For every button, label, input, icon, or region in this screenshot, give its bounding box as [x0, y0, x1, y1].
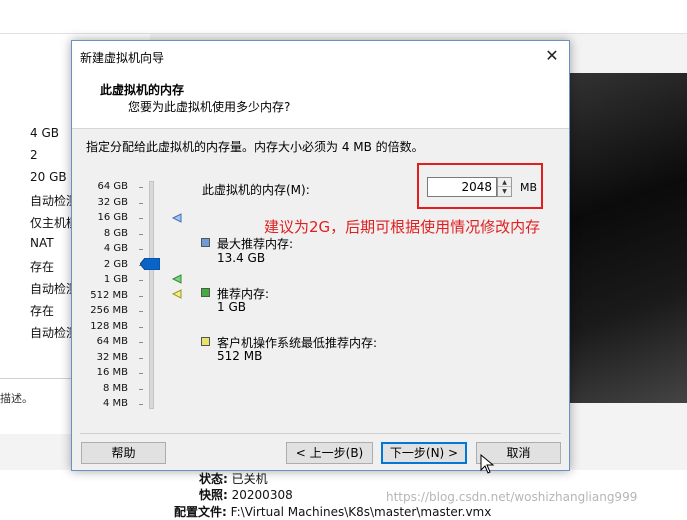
min-recommended-value: 512 MB — [217, 349, 263, 363]
min-recommended-marker-icon — [172, 289, 182, 299]
slider-tick — [139, 218, 143, 219]
hw-usb: 存在 — [30, 260, 55, 274]
spin-down-icon[interactable]: ▼ — [498, 187, 511, 196]
memory-label: 此虚拟机的内存(M): — [202, 183, 310, 197]
instruction-text: 指定分配给此虚拟机的内存量。内存大小必须为 4 MB 的倍数。 — [86, 140, 424, 154]
slider-tick — [139, 187, 143, 188]
mouse-cursor-icon — [480, 454, 495, 474]
footer-divider — [80, 433, 561, 434]
slider-tick — [139, 296, 143, 297]
recommended-legend-icon — [201, 288, 210, 297]
dialog-title: 新建虚拟机向导 — [80, 51, 165, 65]
max-recommended-marker-icon — [172, 213, 182, 223]
scale-label: 128 MB — [90, 321, 128, 332]
background-toolbar — [0, 0, 687, 34]
description-text: 描述。 — [0, 392, 33, 405]
slider-tick — [139, 280, 143, 281]
scale-label: 32 MB — [96, 352, 128, 363]
page-subtitle: 您要为此虚拟机使用多少内存? — [128, 100, 291, 114]
vm-preview-gradient — [565, 73, 687, 403]
hw-memory: 4 GB — [30, 126, 59, 140]
slider-tick — [139, 358, 143, 359]
divider — [0, 378, 75, 379]
close-icon[interactable]: ✕ — [541, 45, 563, 67]
scale-label: 8 GB — [103, 228, 128, 239]
back-button[interactable]: < 上一步(B) — [286, 442, 373, 464]
memory-input[interactable] — [427, 177, 497, 197]
hw-disk: 20 GB — [30, 170, 67, 184]
slider-tick — [139, 203, 143, 204]
help-button[interactable]: 帮助 — [81, 442, 166, 464]
new-vm-wizard-dialog: 新建虚拟机向导 ✕ 此虚拟机的内存 您要为此虚拟机使用多少内存? 指定分配给此虚… — [71, 40, 570, 474]
scale-label: 2 GB — [103, 259, 128, 270]
scale-label: 16 GB — [97, 212, 128, 223]
scale-label: 64 MB — [96, 336, 128, 347]
recommended-value: 1 GB — [217, 300, 246, 314]
scale-label: 256 MB — [90, 305, 128, 316]
max-recommended-value: 13.4 GB — [217, 251, 266, 265]
slider-tick — [139, 234, 143, 235]
wizard-header: 此虚拟机的内存 您要为此虚拟机使用多少内存? — [72, 71, 569, 129]
memory-unit: MB — [520, 181, 538, 194]
scale-label: 64 GB — [97, 181, 128, 192]
max-recommended-legend-icon — [201, 238, 210, 247]
slider-tick — [139, 373, 143, 374]
slider-tick — [139, 311, 143, 312]
scale-label: 512 MB — [90, 290, 128, 301]
scale-label: 4 GB — [103, 243, 128, 254]
spin-up-icon[interactable]: ▲ — [498, 178, 511, 187]
slider-tick — [139, 327, 143, 328]
scale-label: 4 MB — [102, 398, 128, 409]
vm-config-file: 配置文件: F:\Virtual Machines\K8s\master\mas… — [174, 505, 492, 519]
next-button[interactable]: 下一步(N) > — [381, 442, 467, 464]
page-title: 此虚拟机的内存 — [100, 83, 185, 97]
vm-snapshot: 快照: 20200308 — [199, 488, 293, 502]
scale-label: 1 GB — [103, 274, 128, 285]
annotation-text: 建议为2G，后期可根据使用情况修改内存 — [264, 218, 541, 236]
dialog-titlebar[interactable]: 新建虚拟机向导 ✕ — [72, 41, 569, 71]
min-recommended-legend-icon — [201, 337, 210, 346]
slider-tick — [139, 342, 143, 343]
slider-tick — [139, 249, 143, 250]
scale-label: 32 GB — [97, 197, 128, 208]
scale-label: 8 MB — [102, 383, 128, 394]
scale-label: 16 MB — [96, 367, 128, 378]
hw-processors: 2 — [30, 148, 38, 162]
memory-slider-thumb[interactable] — [140, 258, 160, 270]
slider-tick — [139, 404, 143, 405]
memory-spinner[interactable]: ▲ ▼ — [497, 177, 512, 197]
vm-status: 状态: 已关机 — [199, 472, 268, 486]
hw-network-2: NAT — [30, 236, 54, 250]
max-recommended-title: 最大推荐内存: — [217, 237, 294, 251]
memory-slider-track[interactable] — [149, 181, 154, 409]
slider-tick — [139, 389, 143, 390]
hw-printer: 存在 — [30, 304, 55, 318]
watermark: https://blog.csdn.net/woshizhangliang999 — [386, 490, 638, 504]
recommended-marker-icon — [172, 274, 182, 284]
